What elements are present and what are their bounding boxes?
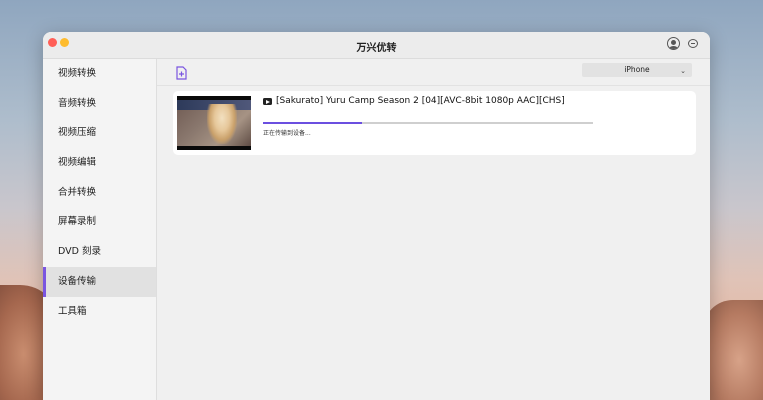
sidebar-item-label: 音频转换 — [58, 97, 97, 109]
user-account-icon[interactable] — [667, 37, 680, 50]
transfer-status: 正在传输到设备... — [263, 130, 311, 137]
sidebar-item-2[interactable]: 视频压缩 — [43, 118, 156, 148]
sidebar-item-4[interactable]: 合并转换 — [43, 178, 156, 208]
app-window: 万兴优转 视频转换音频转换视频压缩视频编辑合并转换屏幕录制 DVD 刻录 设备传输工… — [43, 32, 710, 400]
sidebar-item-label: 工具箱 — [58, 305, 87, 317]
sidebar-item-label: DVD 刻录 — [58, 246, 101, 258]
sidebar: 视频转换音频转换视频压缩视频编辑合并转换屏幕录制 DVD 刻录 设备传输工具箱 — [43, 59, 157, 400]
sidebar-item-label: 合并转换 — [58, 186, 97, 198]
transfer-progress-fill — [263, 122, 362, 124]
file-item[interactable]: [Sakurato] Yuru Camp Season 2 [04][AVC-8… — [173, 91, 696, 155]
feedback-icon[interactable] — [688, 39, 698, 48]
sidebar-item-label: 设备传输 — [58, 275, 97, 287]
window-title: 万兴优转 — [356, 43, 397, 54]
sidebar-item-label: 屏幕录制 — [58, 216, 97, 228]
sidebar-item-label: 视频压缩 — [58, 127, 97, 139]
sidebar-item-3[interactable]: 视频编辑 — [43, 148, 156, 178]
sidebar-item-1[interactable]: 音频转换 — [43, 89, 156, 119]
sidebar-item-6[interactable]: DVD 刻录 — [43, 237, 156, 267]
chevron-down-icon: ⌄ — [680, 67, 686, 75]
sidebar-item-5[interactable]: 屏幕录制 — [43, 207, 156, 237]
sidebar-item-label: 视频编辑 — [58, 157, 97, 169]
title-bar: 万兴优转 — [43, 32, 710, 59]
sidebar-item-7[interactable]: 设备传输 — [43, 266, 156, 297]
sidebar-item-0[interactable]: 视频转换 — [43, 59, 156, 89]
main-panel: iPhone ⌄ [Sakurato] Yuru Camp Season 2 [… — [157, 59, 710, 400]
video-thumbnail[interactable] — [177, 96, 251, 150]
sidebar-item-label: 视频转换 — [58, 68, 97, 79]
device-dropdown[interactable]: iPhone ⌄ — [582, 63, 692, 77]
file-name: [Sakurato] Yuru Camp Season 2 [04][AVC-8… — [276, 96, 565, 106]
desktop-rock-right — [703, 300, 763, 400]
transfer-progress-bar — [263, 122, 593, 124]
sidebar-item-8[interactable]: 工具箱 — [43, 297, 156, 327]
video-file-icon — [263, 98, 272, 105]
device-dropdown-value: iPhone — [624, 65, 650, 74]
add-file-icon[interactable] — [176, 65, 188, 80]
toolbar-divider — [157, 85, 710, 86]
